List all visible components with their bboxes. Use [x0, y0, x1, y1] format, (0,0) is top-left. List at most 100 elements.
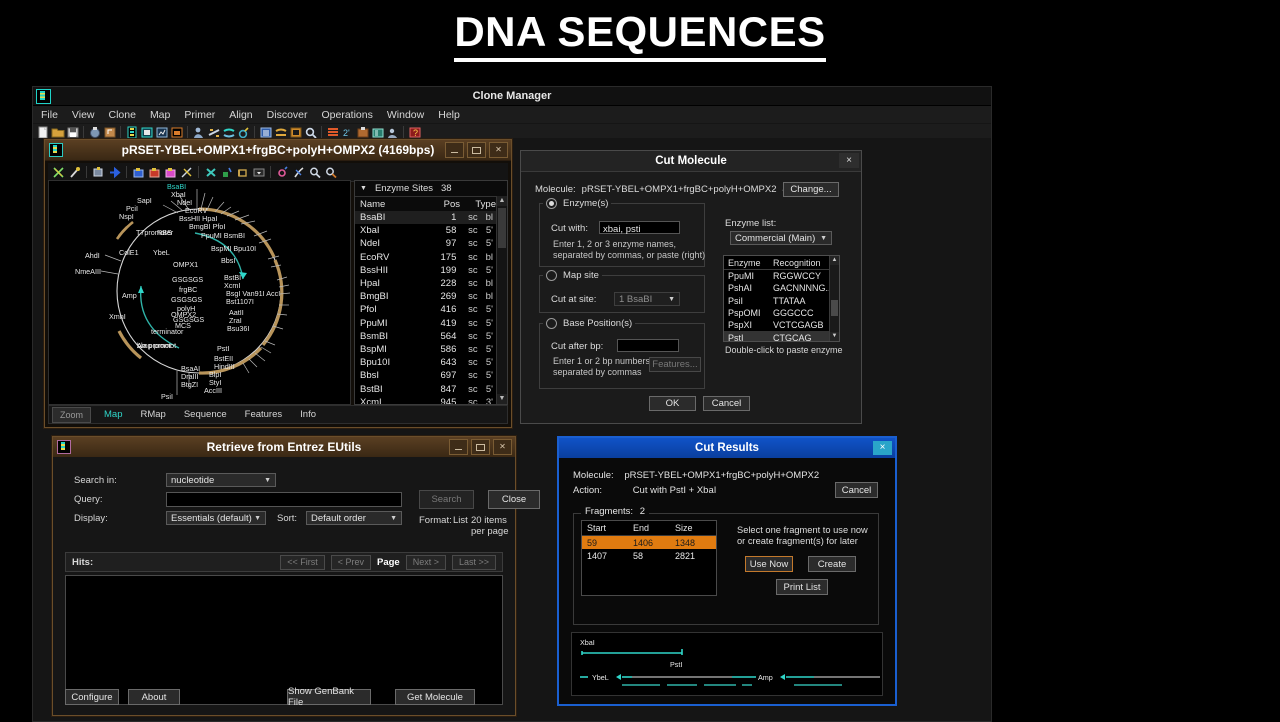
menu-item-align[interactable]: Align: [229, 109, 252, 121]
map-site-radio-row[interactable]: Map site: [543, 270, 602, 281]
tab-features[interactable]: Features: [236, 406, 292, 423]
menubar[interactable]: File View Clone Map Primer Align Discove…: [33, 106, 991, 124]
dropdown-icon[interactable]: [252, 166, 266, 179]
enzyme-site-row[interactable]: BmgBI269scbl: [355, 290, 497, 303]
next-page-button[interactable]: Next >: [406, 555, 446, 570]
help-icon[interactable]: ?: [408, 126, 422, 139]
minimize-button[interactable]: [449, 439, 468, 455]
menu-item-map[interactable]: Map: [150, 109, 170, 121]
base-position-radio[interactable]: [546, 318, 557, 329]
arrow-right-icon[interactable]: [108, 166, 122, 179]
enzyme-list-scrollbar[interactable]: ▲ ▼: [829, 256, 839, 341]
menu-item-window[interactable]: Window: [387, 109, 424, 121]
enzyme-site-row[interactable]: BsmBI564sc5': [355, 330, 497, 343]
sequence-icon[interactable]: [274, 126, 288, 139]
gear-icon[interactable]: [276, 166, 290, 179]
base-position-radio-row[interactable]: Base Position(s): [543, 318, 635, 329]
create-button[interactable]: Create: [808, 556, 856, 572]
ok-button[interactable]: OK: [649, 396, 696, 411]
maximize-button[interactable]: [467, 142, 486, 158]
map-view-icon[interactable]: [140, 126, 154, 139]
dna-icon[interactable]: [292, 166, 306, 179]
cancel-button[interactable]: Cancel: [835, 482, 878, 498]
close-icon[interactable]: ×: [873, 441, 892, 455]
database-icon[interactable]: [371, 126, 385, 139]
menu-item-help[interactable]: Help: [438, 109, 460, 121]
cut-join-icon[interactable]: [180, 166, 194, 179]
enzyme-sites-panel[interactable]: ▼ Enzyme Sites 38 Name Pos Type BsaBI1sc…: [354, 180, 508, 405]
sort-select[interactable]: Default order ▼: [306, 511, 402, 525]
use-now-button[interactable]: Use Now: [745, 556, 793, 572]
enzyme-site-row[interactable]: EcoRV175scbl: [355, 251, 497, 264]
search-input[interactable]: [166, 492, 402, 507]
window-icon[interactable]: [170, 126, 184, 139]
fragment-row[interactable]: 1407582821: [582, 549, 716, 562]
enzyme-site-row[interactable]: XcmI945sc3': [355, 396, 497, 404]
rotate-icon[interactable]: [236, 166, 250, 179]
enzyme-list-row[interactable]: PshAIGACNNNNG...: [724, 282, 839, 294]
map-view-tabs[interactable]: Zoom Map RMap Sequence Features Info: [48, 405, 508, 424]
blue-block-icon[interactable]: [132, 166, 146, 179]
scroll-down-icon[interactable]: ▼: [497, 394, 507, 404]
enzyme-site-row[interactable]: BspMI586sc5': [355, 343, 497, 356]
maximize-button[interactable]: [471, 439, 490, 455]
scissors-icon[interactable]: [52, 166, 66, 179]
delete-x-icon[interactable]: [204, 166, 218, 179]
enzyme-site-row[interactable]: BstBI847sc5': [355, 382, 497, 395]
translate-icon[interactable]: 2': [341, 126, 355, 139]
pack-icon[interactable]: [356, 126, 370, 139]
cut-at-site-select[interactable]: 1 BsaBI ▼: [614, 292, 680, 306]
plasmid-map-canvas[interactable]: BsaBI XbaI NdeI EcoRV BssHII HpaI BmgBI …: [48, 180, 351, 405]
magenta-block-icon[interactable]: [164, 166, 178, 179]
enzyme-list-row[interactable]: PstICTGCAG: [724, 331, 839, 342]
scroll-up-icon[interactable]: ▲: [830, 256, 839, 265]
tab-rmap[interactable]: RMap: [132, 406, 175, 423]
menu-item-discover[interactable]: Discover: [267, 109, 308, 121]
insert-icon[interactable]: [220, 166, 234, 179]
primer-icon[interactable]: [237, 126, 251, 139]
close-button[interactable]: ✕: [493, 439, 512, 455]
graph-icon[interactable]: [155, 126, 169, 139]
map-window-buttons[interactable]: ✕: [445, 142, 508, 158]
feature-icon[interactable]: [289, 126, 303, 139]
features-button[interactable]: Features...: [649, 357, 701, 372]
tab-info[interactable]: Info: [291, 406, 325, 423]
enzyme-list-select[interactable]: Commercial (Main) ▼: [730, 231, 832, 245]
align-icon[interactable]: [207, 126, 221, 139]
tab-map[interactable]: Map: [95, 406, 131, 423]
cut-after-input[interactable]: [617, 339, 679, 352]
enzymes-radio-row[interactable]: Enzyme(s): [543, 198, 611, 209]
cancel-button[interactable]: Cancel: [703, 396, 750, 411]
about-button[interactable]: About: [128, 689, 180, 705]
new-icon[interactable]: [36, 126, 50, 139]
scrollbar-thumb[interactable]: [831, 300, 838, 316]
configure-button[interactable]: Configure: [65, 689, 119, 705]
enzymes-radio[interactable]: [546, 198, 557, 209]
scroll-down-icon[interactable]: ▼: [830, 332, 839, 341]
menu-item-file[interactable]: File: [41, 109, 58, 121]
open-icon[interactable]: [51, 126, 65, 139]
menu-item-primer[interactable]: Primer: [184, 109, 215, 121]
menu-item-view[interactable]: View: [72, 109, 95, 121]
enzyme-sites-rows[interactable]: BsaBI1scblXbaI58sc5'NdeI97sc5'EcoRV175sc…: [355, 211, 497, 404]
entrez-window-buttons[interactable]: ✕: [449, 439, 512, 455]
close-button[interactable]: Close: [488, 490, 540, 509]
analyze-icon[interactable]: [386, 126, 400, 139]
enzyme-site-row[interactable]: Bpu10I643sc5': [355, 356, 497, 369]
first-page-button[interactable]: << First: [280, 555, 325, 570]
change-button[interactable]: Change...: [783, 182, 839, 197]
get-molecule-button[interactable]: Get Molecule: [395, 689, 475, 705]
molecule-icon[interactable]: [125, 126, 139, 139]
find-icon[interactable]: [304, 126, 318, 139]
enzyme-site-row[interactable]: BssHII199sc5': [355, 264, 497, 277]
display-select[interactable]: Essentials (default) ▼: [166, 511, 266, 525]
zoom-in-icon[interactable]: [324, 166, 338, 179]
last-page-button[interactable]: Last >>: [452, 555, 496, 570]
close-icon[interactable]: ×: [839, 153, 859, 168]
minimize-button[interactable]: [445, 142, 464, 158]
fragments-rows[interactable]: 59140613481407582821: [582, 536, 716, 562]
list-icon[interactable]: [259, 126, 273, 139]
show-genbank-file-button[interactable]: Show GenBank File: [287, 689, 371, 705]
cut-with-input[interactable]: xbai, psti: [599, 221, 680, 234]
close-button[interactable]: ✕: [489, 142, 508, 158]
